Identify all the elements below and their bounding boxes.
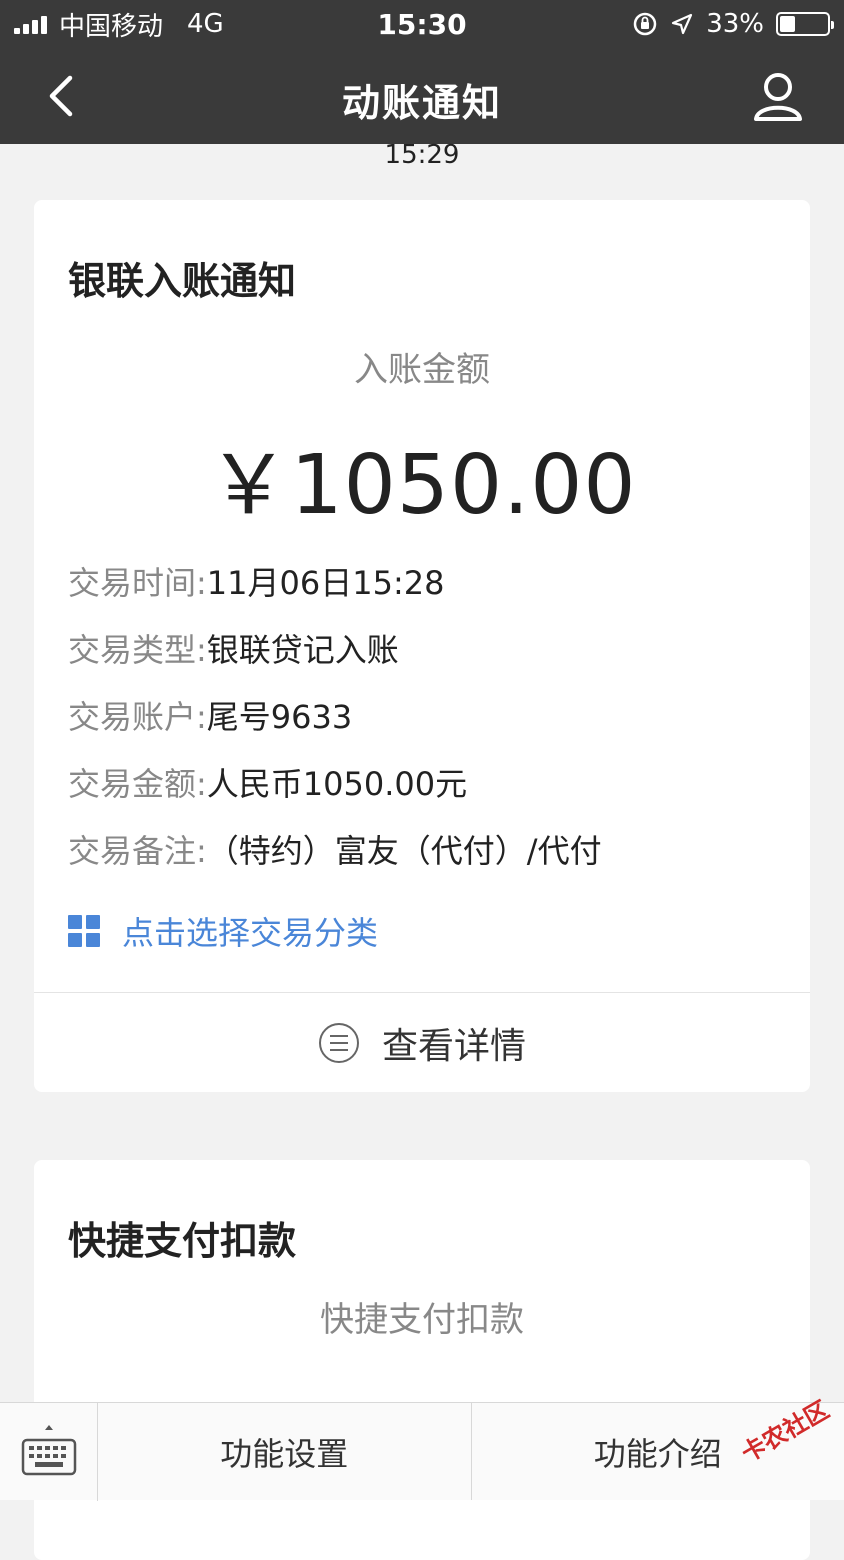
user-profile-icon[interactable] [752,70,804,122]
detail-value: 银联贷记入账 [207,631,399,669]
amount-value: ￥1050.00 [34,418,810,537]
detail-value: 11月06日15:28 [207,564,445,602]
detail-row-account: 交易账户:尾号9633 [68,692,352,738]
transaction-card: 银联入账通知 入账金额 ￥1050.00 交易时间:11月06日15:28 交易… [34,200,810,1092]
detail-key: 交易备注: [68,832,207,870]
nav-bar: 动账通知 [0,48,844,144]
bottom-menu-bar: 功能设置 功能介绍 [0,1402,844,1500]
keyboard-icon [0,1403,98,1501]
view-detail-label: 查看详情 [382,1017,526,1069]
message-timestamp: 15:29 [0,140,844,170]
status-right: 33% [632,9,830,39]
card-title: 快捷支付扣款 [68,1210,296,1265]
detail-key: 交易金额: [68,765,207,803]
detail-value: 尾号9633 [207,698,352,736]
detail-key: 交易时间: [68,564,207,602]
select-category-link[interactable]: 点击选择交易分类 [68,908,378,954]
detail-key: 交易类型: [68,631,207,669]
detail-row-remark: 交易备注:（特约）富友（代付）/代付 [68,826,602,872]
status-bar: 中国移动 4G 15:30 33% [0,0,844,48]
menu-function-settings[interactable]: 功能设置 [98,1403,471,1500]
list-circle-icon [318,1022,360,1064]
detail-value: （特约）富友（代付）/代付 [207,832,602,870]
detail-row-time: 交易时间:11月06日15:28 [68,558,444,604]
page-title: 动账通知 [0,72,844,127]
rotation-lock-icon [632,11,658,37]
detail-row-type: 交易类型:银联贷记入账 [68,625,399,671]
detail-value: 人民币1050.00元 [207,765,467,803]
battery-percent: 33% [706,9,764,39]
divider [34,992,810,993]
keyboard-toggle-button[interactable] [0,1403,98,1501]
view-detail-button[interactable]: 查看详情 [34,994,810,1092]
amount-label: 入账金额 [34,342,810,391]
detail-key: 交易账户: [68,698,207,736]
card-title: 银联入账通知 [68,250,296,305]
detail-row-amount: 交易金额:人民币1050.00元 [68,759,467,805]
location-arrow-icon [670,12,694,36]
transaction-card: 快捷支付扣款 快捷支付扣款 ￥1050.00 [34,1160,810,1560]
grid-icon [68,915,100,947]
amount-label: 快捷支付扣款 [34,1292,810,1341]
battery-icon [776,12,830,36]
category-link-label: 点击选择交易分类 [122,908,378,954]
